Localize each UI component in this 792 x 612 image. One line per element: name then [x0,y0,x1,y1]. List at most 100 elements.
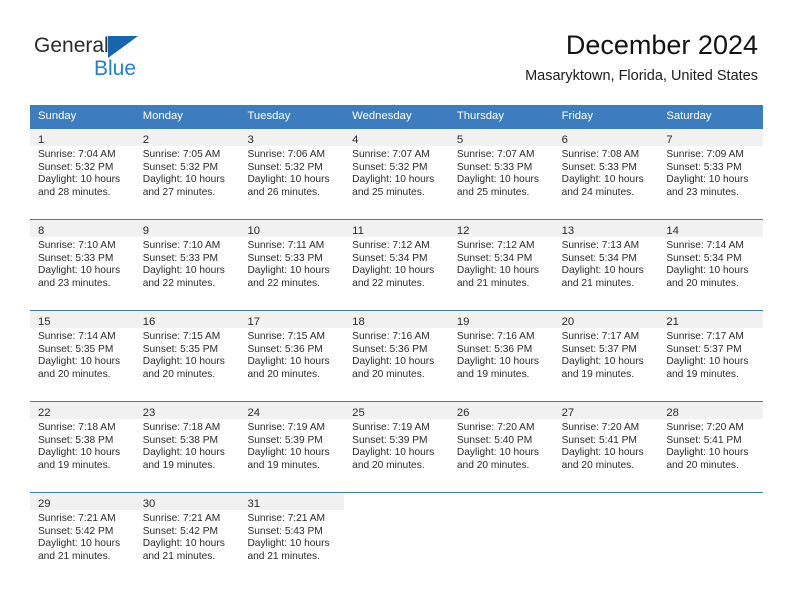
calendar-week-row: 22 Sunrise: 7:18 AM Sunset: 5:38 PM Dayl… [30,401,764,492]
page-title: December 2024 [565,30,758,60]
day-details: Sunrise: 7:15 AM Sunset: 5:35 PM Dayligh… [135,328,240,381]
day-details: Sunrise: 7:13 AM Sunset: 5:34 PM Dayligh… [554,237,659,290]
day-number-band: 14 [658,220,764,237]
sunset-text: Sunset: 5:34 PM [352,252,428,264]
day-details: Sunrise: 7:21 AM Sunset: 5:43 PM Dayligh… [239,510,344,563]
calendar-day-cell[interactable]: 28 Sunrise: 7:20 AM Sunset: 5:41 PM Dayl… [658,402,764,492]
sunrise-text: Sunrise: 7:20 AM [561,422,640,433]
calendar-day-cell[interactable]: 8 Sunrise: 7:10 AM Sunset: 5:33 PM Dayli… [30,220,135,310]
sunset-text: Sunset: 5:34 PM [456,252,533,264]
daylight-text-line1: Daylight: 10 hours [247,356,330,368]
sunrise-text: Sunrise: 7:15 AM [142,331,221,342]
calendar-day-cell[interactable]: 29 Sunrise: 7:21 AM Sunset: 5:42 PM Dayl… [30,493,135,583]
day-number: 7 [666,134,673,146]
calendar-day-cell[interactable]: 5 Sunrise: 7:07 AM Sunset: 5:33 PM Dayli… [448,129,554,219]
generalblue-logo[interactable]: General Blue [34,34,234,88]
day-number-band [553,493,659,510]
calendar-week-row: 15 Sunrise: 7:14 AM Sunset: 5:35 PM Dayl… [30,310,764,401]
calendar-day-cell[interactable]: 7 Sunrise: 7:09 AM Sunset: 5:33 PM Dayli… [658,129,764,219]
daylight-text-line1: Daylight: 10 hours [666,174,749,186]
logo-triangle-icon [108,36,138,58]
day-number-band: 13 [553,220,659,237]
day-details: Sunrise: 7:15 AM Sunset: 5:36 PM Dayligh… [239,328,344,381]
sunrise-text: Sunrise: 7:18 AM [142,422,221,433]
sunrise-text: Sunrise: 7:10 AM [38,240,116,251]
calendar-day-cell[interactable]: 26 Sunrise: 7:20 AM Sunset: 5:40 PM Dayl… [448,402,554,492]
calendar-day-cell[interactable]: 21 Sunrise: 7:17 AM Sunset: 5:37 PM Dayl… [658,311,764,401]
calendar-day-cell[interactable]: 22 Sunrise: 7:18 AM Sunset: 5:38 PM Dayl… [30,402,135,492]
calendar-day-cell[interactable]: 31 Sunrise: 7:21 AM Sunset: 5:43 PM Dayl… [239,493,345,583]
calendar-day-cell[interactable]: 2 Sunrise: 7:05 AM Sunset: 5:32 PM Dayli… [134,129,240,219]
sunrise-text: Sunrise: 7:11 AM [247,240,325,251]
weekday-header-tuesday: Tuesday [247,110,291,122]
calendar-day-cell-empty [658,493,764,583]
daylight-text-line2: and 22 minutes. [142,277,216,289]
sunset-text: Sunset: 5:42 PM [142,525,219,537]
calendar-day-cell[interactable]: 13 Sunrise: 7:13 AM Sunset: 5:34 PM Dayl… [553,220,659,310]
sunset-text: Sunset: 5:33 PM [456,161,533,173]
calendar-day-cell[interactable]: 9 Sunrise: 7:10 AM Sunset: 5:33 PM Dayli… [134,220,240,310]
calendar-day-cell[interactable]: 4 Sunrise: 7:07 AM Sunset: 5:32 PM Dayli… [344,129,449,219]
calendar-day-cell[interactable]: 11 Sunrise: 7:12 AM Sunset: 5:34 PM Dayl… [344,220,449,310]
day-details: Sunrise: 7:17 AM Sunset: 5:37 PM Dayligh… [554,328,659,381]
calendar-day-cell[interactable]: 19 Sunrise: 7:16 AM Sunset: 5:36 PM Dayl… [448,311,554,401]
day-details: Sunrise: 7:19 AM Sunset: 5:39 PM Dayligh… [344,419,449,472]
calendar-day-cell[interactable]: 18 Sunrise: 7:16 AM Sunset: 5:36 PM Dayl… [344,311,449,401]
daylight-text-line2: and 25 minutes. [456,186,530,198]
day-number: 3 [247,134,254,146]
sunrise-text: Sunrise: 7:20 AM [666,422,744,433]
day-details: Sunrise: 7:07 AM Sunset: 5:32 PM Dayligh… [344,146,449,199]
sunset-text: Sunset: 5:32 PM [247,161,323,173]
day-details: Sunrise: 7:05 AM Sunset: 5:32 PM Dayligh… [135,146,240,199]
day-number-band: 9 [134,220,240,237]
daylight-text-line1: Daylight: 10 hours [456,174,539,186]
daylight-text-line2: and 20 minutes. [666,277,739,289]
calendar-week-row: 1 Sunrise: 7:04 AM Sunset: 5:32 PM Dayli… [30,128,764,219]
logo-text-blue: Blue [94,57,137,80]
calendar-day-cell[interactable]: 20 Sunrise: 7:17 AM Sunset: 5:37 PM Dayl… [553,311,659,401]
calendar-day-cell[interactable]: 25 Sunrise: 7:19 AM Sunset: 5:39 PM Dayl… [344,402,449,492]
sunrise-text: Sunrise: 7:21 AM [247,513,326,524]
daylight-text-line2: and 20 minutes. [352,368,425,380]
calendar-day-cell[interactable]: 27 Sunrise: 7:20 AM Sunset: 5:41 PM Dayl… [553,402,659,492]
day-number-band: 10 [239,220,345,237]
daylight-text-line1: Daylight: 10 hours [352,356,435,368]
daylight-text-line2: and 19 minutes. [666,368,739,380]
day-number: 28 [666,407,679,419]
calendar-day-cell[interactable]: 6 Sunrise: 7:08 AM Sunset: 5:33 PM Dayli… [553,129,659,219]
day-number-band: 11 [344,220,449,237]
calendar-day-cell[interactable]: 24 Sunrise: 7:19 AM Sunset: 5:39 PM Dayl… [239,402,345,492]
daylight-text-line1: Daylight: 10 hours [456,265,539,277]
calendar-day-cell[interactable]: 3 Sunrise: 7:06 AM Sunset: 5:32 PM Dayli… [239,129,345,219]
calendar-day-cell[interactable]: 30 Sunrise: 7:21 AM Sunset: 5:42 PM Dayl… [134,493,240,583]
day-details: Sunrise: 7:14 AM Sunset: 5:35 PM Dayligh… [30,328,135,381]
calendar-day-cell[interactable]: 10 Sunrise: 7:11 AM Sunset: 5:33 PM Dayl… [239,220,345,310]
daylight-text-line1: Daylight: 10 hours [38,265,121,277]
calendar-day-cell[interactable]: 23 Sunrise: 7:18 AM Sunset: 5:38 PM Dayl… [134,402,240,492]
sunset-text: Sunset: 5:33 PM [561,161,637,173]
sunrise-text: Sunrise: 7:19 AM [247,422,326,433]
calendar-day-cell[interactable]: 16 Sunrise: 7:15 AM Sunset: 5:35 PM Dayl… [134,311,240,401]
day-details: Sunrise: 7:18 AM Sunset: 5:38 PM Dayligh… [135,419,240,472]
daylight-text-line2: and 19 minutes. [456,368,530,380]
day-number-band: 27 [553,402,659,419]
calendar-day-cell[interactable]: 1 Sunrise: 7:04 AM Sunset: 5:32 PM Dayli… [30,129,135,219]
page-header: General Blue December 2024 Masaryktown, … [34,28,758,98]
calendar-day-cell[interactable]: 17 Sunrise: 7:15 AM Sunset: 5:36 PM Dayl… [239,311,345,401]
calendar-day-cell[interactable]: 15 Sunrise: 7:14 AM Sunset: 5:35 PM Dayl… [30,311,135,401]
calendar-day-cell[interactable]: 12 Sunrise: 7:12 AM Sunset: 5:34 PM Dayl… [448,220,554,310]
daylight-text-line1: Daylight: 10 hours [666,356,749,368]
daylight-text-line1: Daylight: 10 hours [142,447,225,459]
sunset-text: Sunset: 5:34 PM [666,252,742,264]
daylight-text-line1: Daylight: 10 hours [247,174,330,186]
sunrise-text: Sunrise: 7:12 AM [352,240,430,251]
day-number-band: 28 [658,402,764,419]
calendar-day-cell[interactable]: 14 Sunrise: 7:14 AM Sunset: 5:34 PM Dayl… [658,220,764,310]
day-number-band: 6 [553,129,659,146]
daylight-text-line1: Daylight: 10 hours [352,174,435,186]
day-details: Sunrise: 7:08 AM Sunset: 5:33 PM Dayligh… [554,146,659,199]
sunset-text: Sunset: 5:38 PM [142,434,219,446]
sunrise-text: Sunrise: 7:10 AM [142,240,221,251]
day-details: Sunrise: 7:16 AM Sunset: 5:36 PM Dayligh… [449,328,554,381]
day-details: Sunrise: 7:20 AM Sunset: 5:41 PM Dayligh… [554,419,659,472]
